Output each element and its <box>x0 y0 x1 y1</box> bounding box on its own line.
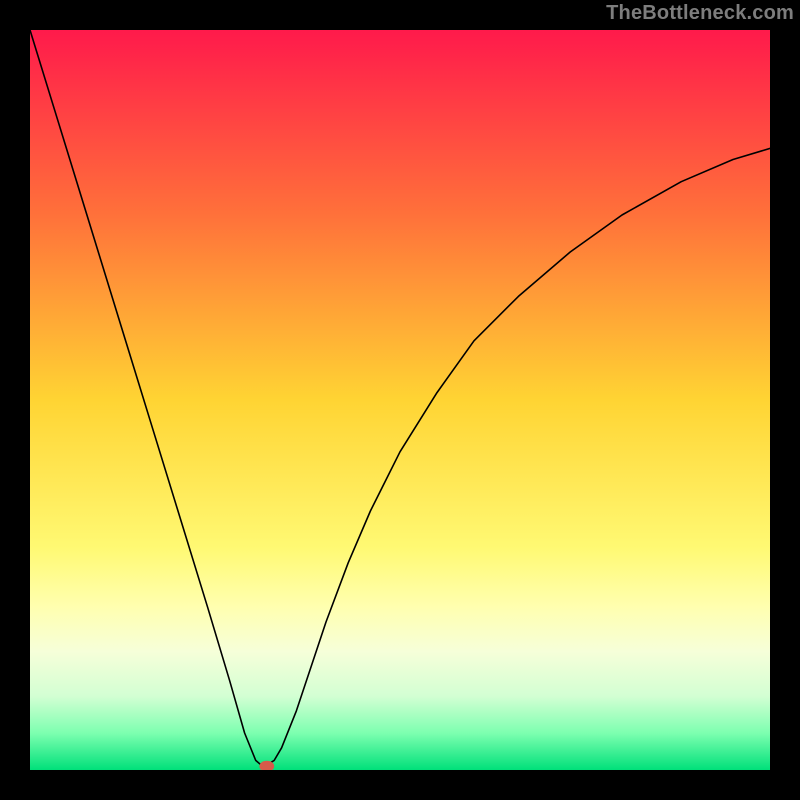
watermark-text: TheBottleneck.com <box>606 2 794 25</box>
chart-frame: TheBottleneck.com <box>0 0 800 800</box>
plot-area <box>30 30 770 770</box>
chart-svg <box>30 30 770 770</box>
gradient-background <box>30 30 770 770</box>
